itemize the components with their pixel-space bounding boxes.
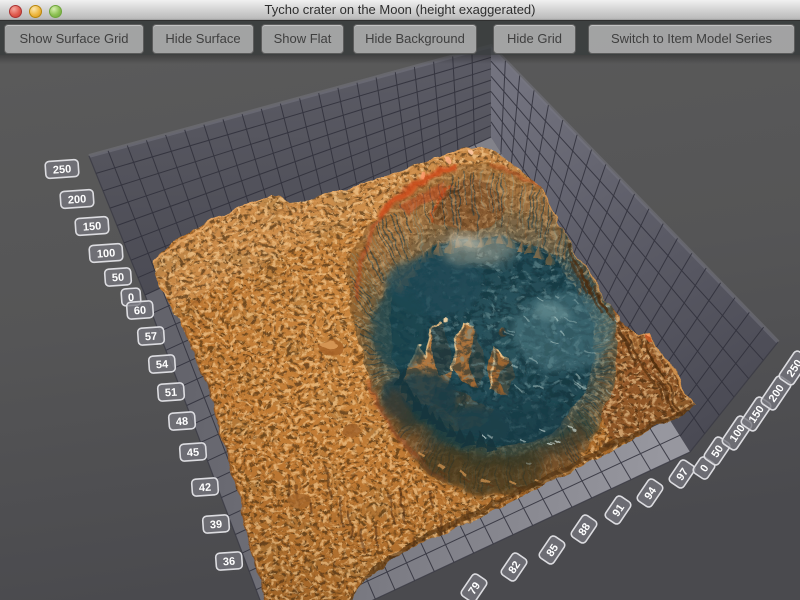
svg-text:36: 36: [223, 556, 236, 569]
svg-text:48: 48: [176, 416, 189, 429]
svg-text:250: 250: [52, 163, 71, 176]
svg-text:50: 50: [112, 272, 125, 285]
svg-text:54: 54: [156, 359, 170, 372]
svg-text:150: 150: [82, 220, 101, 233]
svg-text:57: 57: [145, 331, 158, 344]
svg-text:200: 200: [67, 193, 86, 206]
svg-text:51: 51: [165, 387, 178, 400]
svg-text:45: 45: [187, 447, 200, 460]
svg-text:60: 60: [134, 305, 147, 318]
svg-text:39: 39: [210, 519, 223, 532]
svg-text:42: 42: [199, 482, 212, 495]
svg-text:100: 100: [96, 247, 115, 260]
